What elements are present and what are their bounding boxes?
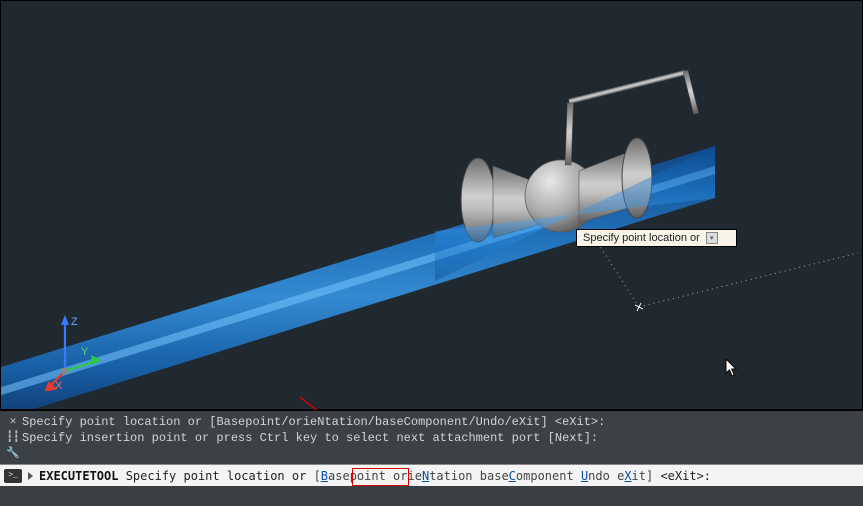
command-input-text[interactable]: EXECUTETOOL Specify point location or [B… [39,469,711,483]
dynamic-input-icon: ▾ [706,232,718,244]
tooltip-text: Specify point location or [583,232,700,244]
wrench-icon[interactable]: 🔧 [6,447,20,461]
command-option[interactable]: B [321,469,328,483]
command-gutter: ✕ ┇┇ 🔧 [4,414,22,461]
command-line-icon: >_ [4,469,22,483]
chevron-right-icon[interactable] [28,472,33,480]
dynamic-input-tooltip: Specify point location or ▾ [576,229,737,247]
command-option[interactable]: X [624,469,631,483]
grip-icon[interactable]: ┇┇ [6,431,20,445]
command-history[interactable]: ✕ ┇┇ 🔧 Specify point location or [Basepo… [0,411,863,464]
close-icon[interactable]: ✕ [6,415,20,429]
scene-3d [1,1,863,410]
command-option[interactable]: C [509,469,516,483]
command-panel: ✕ ┇┇ 🔧 Specify point location or [Basepo… [0,410,863,506]
valve-component [461,70,699,242]
model-viewport[interactable]: Z Y X Specify point location or ▾ [0,0,863,410]
history-lines: Specify point location or [Basepoint/ori… [22,414,863,461]
command-input-row[interactable]: >_ EXECUTETOOL Specify point location or… [0,464,863,486]
